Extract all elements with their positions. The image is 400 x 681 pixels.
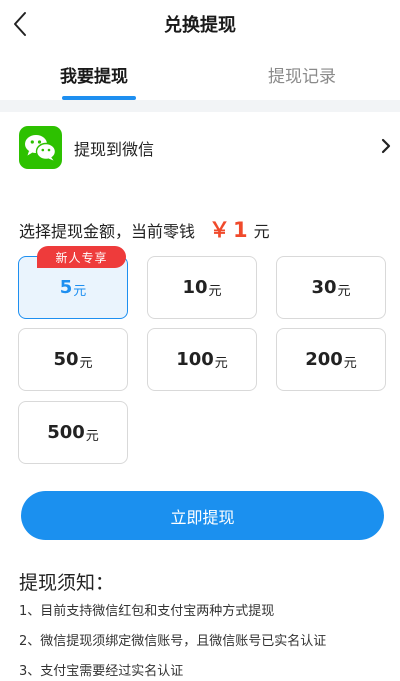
- notice-item: 1、目前支持微信红包和支付宝两种方式提现: [19, 604, 275, 619]
- amount-option-value: 200: [305, 349, 343, 370]
- wechat-icon: [19, 126, 62, 169]
- notice-item: 2、微信提现须绑定微信账号，且微信账号已实名认证: [19, 634, 327, 649]
- amount-option-value: 100: [176, 349, 214, 370]
- amount-prompt-text: 选择提现金额，当前零钱: [19, 222, 196, 241]
- amount-option-30[interactable]: 30 元: [276, 256, 386, 319]
- amount-option-50[interactable]: 50 元: [18, 328, 128, 391]
- amount-option-200[interactable]: 200 元: [276, 328, 386, 391]
- amount-option-500[interactable]: 500 元: [18, 401, 128, 464]
- withdraw-method-wechat[interactable]: 提现到微信: [0, 112, 400, 180]
- tab-withdraw[interactable]: 我要提现: [60, 62, 128, 87]
- amount-option-unit: 元: [343, 355, 357, 371]
- amount-option-value: 10: [182, 277, 208, 298]
- tab-withdraw-records[interactable]: 提现记录: [268, 62, 336, 87]
- top-bar: 兑换提现: [0, 0, 400, 48]
- section-divider: [0, 100, 400, 112]
- page-title: 兑换提现: [164, 15, 236, 36]
- amount-option-10[interactable]: 10 元: [147, 256, 257, 319]
- tab-bar: 我要提现 提现记录: [0, 52, 400, 100]
- withdraw-now-button[interactable]: 立即提现: [21, 491, 384, 540]
- amount-option-value: 5: [59, 277, 73, 298]
- new-user-badge: 新人专享: [37, 246, 126, 268]
- balance-unit: 元: [253, 222, 270, 241]
- withdraw-method-label: 提现到微信: [74, 140, 155, 159]
- amount-option-value: 30: [311, 277, 337, 298]
- amount-option-unit: 元: [79, 355, 93, 371]
- amount-option-value: 50: [53, 349, 79, 370]
- amount-option-unit: 元: [214, 355, 228, 371]
- amount-prompt: 选择提现金额，当前零钱 ￥ 1 元: [19, 214, 270, 242]
- balance-value: 1: [233, 218, 248, 242]
- amount-option-100[interactable]: 100 元: [147, 328, 257, 391]
- currency-symbol: ￥: [209, 218, 231, 242]
- notice-title: 提现须知：: [19, 572, 115, 594]
- amount-option-value: 500: [47, 422, 85, 443]
- amount-option-unit: 元: [208, 283, 222, 299]
- amount-option-unit: 元: [337, 283, 351, 299]
- chevron-right-icon: [381, 138, 391, 154]
- amount-option-unit: 元: [85, 428, 99, 444]
- notice-item: 3、支付宝需要经过实名认证: [19, 664, 184, 679]
- amount-option-unit: 元: [73, 283, 87, 299]
